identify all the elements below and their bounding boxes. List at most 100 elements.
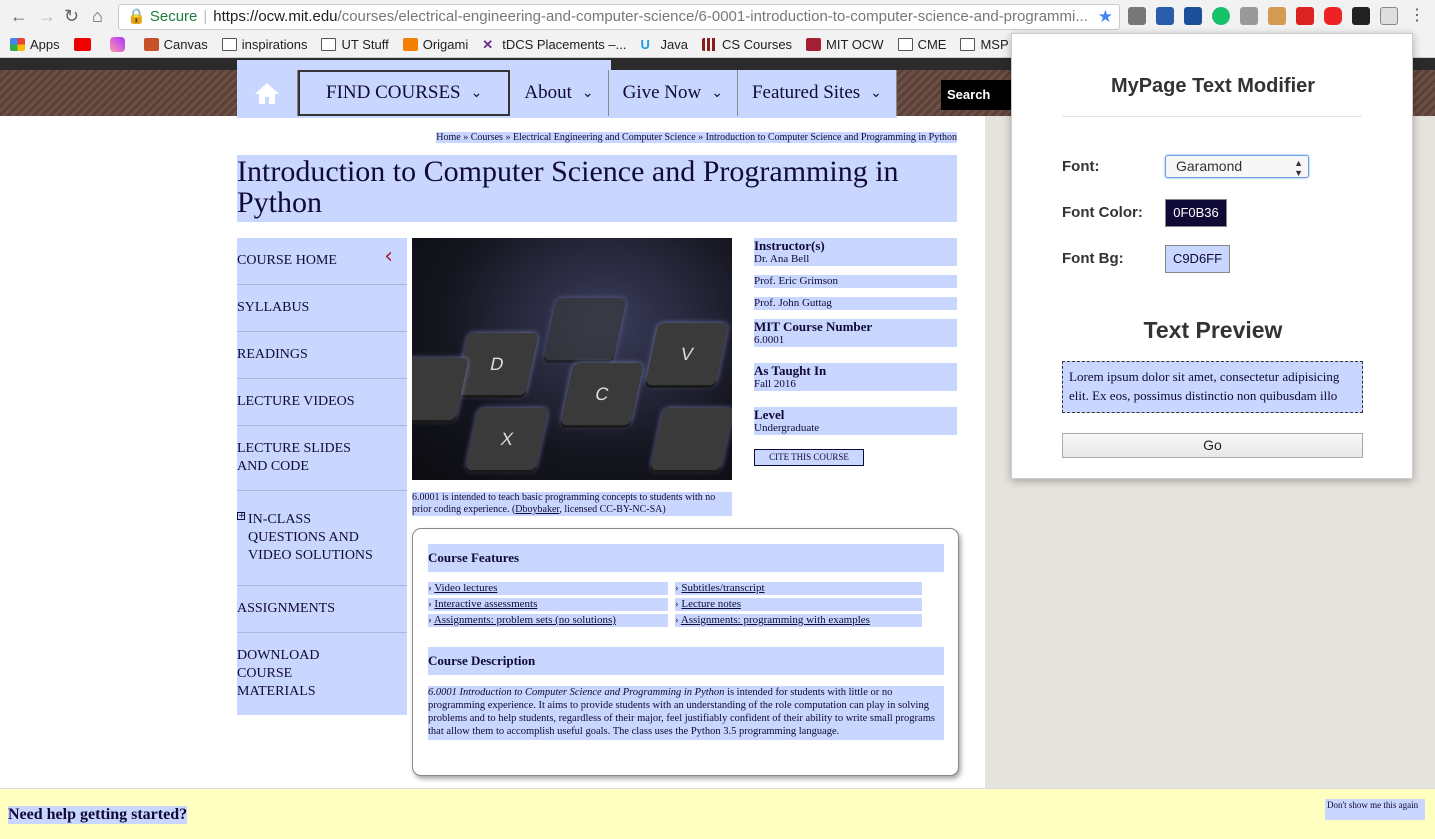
bookmark-cme[interactable]: CME [897, 37, 946, 52]
breadcrumb-text[interactable]: Home » Courses » Electrical Engineering … [436, 132, 957, 143]
feature-item[interactable]: › Video lectures [428, 582, 668, 595]
face-extension-icon[interactable] [1268, 7, 1286, 25]
forward-icon[interactable]: → [38, 6, 56, 27]
preview-textarea[interactable]: Lorem ipsum dolor sit amet, consectetur … [1062, 361, 1363, 413]
feature-link[interactable]: Assignments: problem sets (no solutions) [434, 614, 616, 626]
video-extension-icon[interactable] [1324, 7, 1342, 25]
home-button[interactable] [237, 70, 298, 116]
box-extension-icon[interactable] [1240, 7, 1258, 25]
sidebar-item-download[interactable]: DOWNLOAD COURSE MATERIALS [237, 633, 407, 715]
sidebar-item-assignments[interactable]: ASSIGNMENTS [237, 586, 407, 633]
info-value: Undergraduate [754, 422, 820, 434]
sidebar-item-syllabus[interactable]: SYLLABUS [237, 285, 407, 332]
feature-item[interactable]: › Subtitles/transcript [675, 582, 922, 595]
menu-dots-icon[interactable]: ⋮ [1408, 7, 1426, 25]
info-heading: As Taught In [754, 363, 827, 378]
bookmark-inspirations[interactable]: inspirations [221, 36, 308, 52]
sidebar-item-lecture-slides[interactable]: LECTURE SLIDES AND CODE [237, 426, 407, 491]
adblock-icon[interactable] [1296, 7, 1314, 25]
expand-plus-icon[interactable]: + [237, 512, 246, 521]
main-nav: FIND COURSES ⌄ About ⌄ Give Now ⌄ Featured … [237, 70, 897, 118]
bookmark-ut-stuff[interactable]: UT Stuff [321, 37, 389, 52]
bookmark-label: inspirations [241, 36, 308, 52]
feature-item[interactable]: › Assignments: problem sets (no solution… [428, 614, 668, 627]
folder-icon [221, 37, 237, 51]
feature-link[interactable]: Interactive assessments [434, 598, 537, 610]
book-extension-icon[interactable] [1184, 7, 1202, 25]
nav-featured-sites[interactable]: Featured Sites ⌄ [738, 70, 897, 116]
feature-item[interactable]: › Assignments: programming with examples [675, 614, 922, 627]
feature-link[interactable]: Lecture notes [681, 598, 741, 610]
info-heading: Instructor(s) [754, 238, 825, 253]
bookmark-canvas[interactable]: Canvas [143, 36, 208, 52]
bookmark-mit-ocw[interactable]: MIT OCW [806, 37, 884, 52]
bookmark-label: Canvas [163, 36, 208, 52]
sidebar-item-course-home[interactable]: COURSE HOME ‹ [237, 238, 407, 285]
feature-link[interactable]: Video lectures [434, 582, 497, 594]
info-heading: Level [754, 407, 785, 422]
sidebar-item-readings[interactable]: READINGS [237, 332, 407, 379]
nav-label: About [524, 82, 572, 103]
help-text[interactable]: Need help getting started? [8, 806, 188, 824]
address-bar[interactable]: 🔒 Secure | https://ocw.mit.edu/courses/ele… [118, 4, 1120, 30]
bird-extension-icon[interactable] [1352, 7, 1370, 25]
feature-link[interactable]: Assignments: programming with examples [681, 614, 870, 626]
caption-link[interactable]: Dboybaker [515, 504, 559, 515]
grammarly-icon[interactable] [1212, 7, 1230, 25]
info-value: 6.0001 [754, 334, 785, 346]
bookmark-star-icon[interactable]: ★ [1098, 5, 1113, 29]
sidebar-item-lecture-videos[interactable]: LECTURE VIDEOS [237, 379, 407, 426]
go-button[interactable]: Go [1062, 433, 1363, 458]
nav-give-now[interactable]: Give Now ⌄ [609, 70, 738, 116]
info-value: Fall 2016 [754, 378, 796, 390]
popup-title: MyPage Text Modifier [1110, 75, 1316, 97]
secure-label: Secure [149, 8, 198, 25]
chevron-down-icon: ⌄ [581, 85, 594, 101]
sidebar-item-in-class-questions[interactable]: + IN-CLASS QUESTIONS AND VIDEO SOLUTIONS [237, 491, 407, 586]
back-icon[interactable]: ← [10, 6, 28, 27]
font-bg-swatch[interactable]: C9D6FF [1165, 245, 1230, 273]
font-select[interactable]: Garamond ▲ ▼ [1165, 155, 1309, 178]
bookmark-msp[interactable]: MSP [960, 37, 1009, 52]
course-image: D V C X [412, 238, 732, 480]
bookmark-youtube[interactable] [73, 37, 96, 51]
nav-find-courses[interactable]: FIND COURSES ⌄ [298, 70, 511, 116]
font-label: Font: [1062, 158, 1100, 175]
search-input[interactable]: Search [941, 80, 1021, 110]
bookmark-label: Apps [30, 36, 60, 52]
eyedropper-icon[interactable] [1128, 7, 1146, 25]
n-extension-icon[interactable] [1156, 7, 1174, 25]
bookmark-cs-courses[interactable]: CS Courses [701, 37, 792, 52]
sidebar-item-label: COURSE HOME [237, 253, 337, 268]
folder-icon [321, 37, 337, 51]
font-color-swatch[interactable]: 0F0B36 [1165, 199, 1227, 227]
instagram-icon [109, 36, 125, 52]
instructor-name: Dr. Ana Bell [754, 253, 810, 265]
feature-item[interactable]: › Lecture notes [675, 598, 922, 611]
preview-heading: Text Preview [1143, 317, 1283, 343]
nav-label: FIND COURSES [326, 82, 461, 103]
bookmark-origami[interactable]: Origami [402, 37, 468, 52]
bookmark-tdcs[interactable]: ✕ tDCS Placements –... [482, 37, 626, 52]
feature-item[interactable]: › Interactive assessments [428, 598, 668, 611]
font-bg-label: Font Bg: [1062, 250, 1124, 267]
feature-link[interactable]: Subtitles/transcript [681, 582, 764, 594]
cite-course-button[interactable]: CITE THIS COURSE [754, 449, 864, 466]
chevron-down-icon: ⌄ [870, 85, 882, 101]
bars-icon [701, 37, 717, 51]
bookmark-java[interactable]: U Java [641, 37, 688, 52]
reload-icon[interactable]: ↻ [64, 6, 79, 27]
dont-show-link[interactable]: Don't show me this again [1325, 799, 1425, 820]
canvas-icon [143, 37, 159, 51]
mypage-extension-icon[interactable] [1380, 7, 1398, 25]
x-icon: ✕ [482, 36, 494, 52]
course-description: 6.0001 Introduction to Computer Science … [428, 686, 944, 740]
bookmark-instagram[interactable] [109, 36, 130, 52]
bookmark-apps[interactable]: Apps [10, 37, 60, 52]
features-list: › Video lectures › Subtitles/transcript … [428, 582, 923, 627]
info-heading: MIT Course Number [754, 319, 873, 334]
home-icon[interactable]: ⌂ [92, 6, 103, 27]
nav-about[interactable]: About ⌄ [510, 70, 609, 116]
bookmark-label: Java [660, 36, 688, 52]
keyboard-key: C [560, 363, 644, 425]
